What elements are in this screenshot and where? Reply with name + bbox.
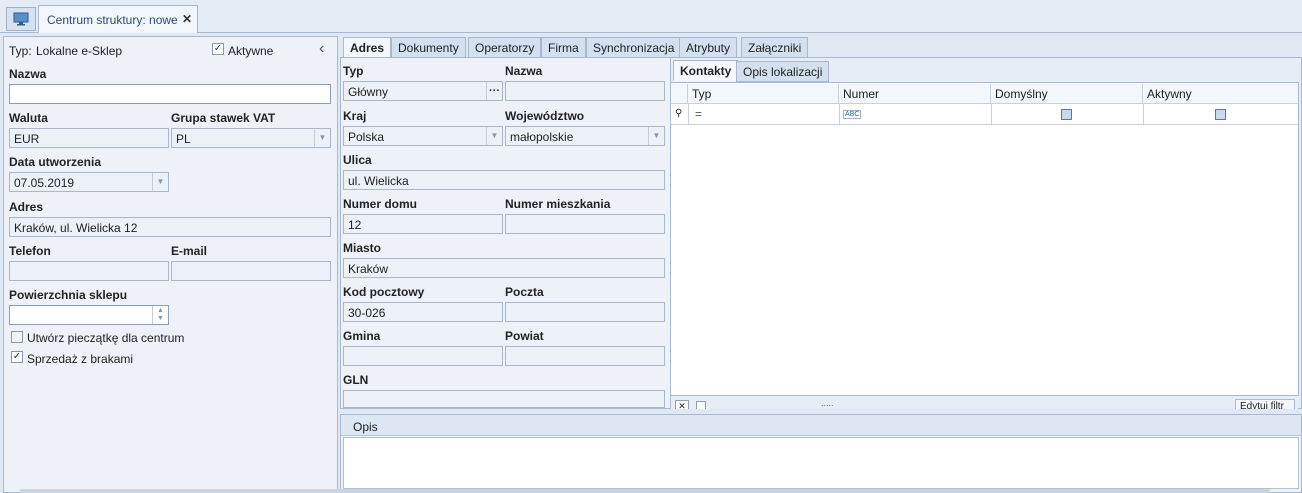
subtab-kontakty[interactable]: Kontakty — [673, 60, 739, 81]
sprzedaz-checkbox[interactable]: ✓ — [11, 351, 23, 363]
kod-pocztowy-field[interactable]: 30-026 — [343, 302, 503, 322]
tab-dokumenty[interactable]: Dokumenty — [391, 37, 466, 58]
wojewodztwo-label: Województwo — [505, 109, 585, 123]
ulica-label: Ulica — [343, 153, 372, 167]
telefon-field[interactable] — [9, 261, 169, 281]
numer-domu-field[interactable]: 12 — [343, 214, 503, 234]
data-utworzenia-value: 07.05.2019 — [14, 176, 75, 190]
numer-mieszkania-label: Numer mieszkania — [505, 197, 611, 211]
tab-synchronizacja[interactable]: Synchronizacja — [586, 37, 682, 58]
kraj-value: Polska — [348, 130, 385, 144]
tab-adres[interactable]: Adres — [343, 37, 392, 58]
filter-clear-icon[interactable]: ✕ — [675, 400, 689, 409]
collapse-icon[interactable]: ‹ — [319, 40, 324, 58]
close-icon[interactable]: ✕ — [182, 12, 192, 26]
edit-filter-button[interactable]: Edytuj filtr — [1235, 399, 1295, 409]
ulica-field[interactable]: ul. Wielicka — [343, 170, 665, 190]
wojewodztwo-value: małopolskie — [510, 130, 574, 144]
aktywne-label: Aktywne — [228, 44, 274, 58]
powiat-field[interactable] — [505, 346, 665, 366]
miasto-field[interactable]: Kraków — [343, 258, 665, 278]
contacts-grid — [670, 82, 1299, 396]
filter-row-pin-icon: ⚲ — [675, 108, 683, 119]
tab-firma[interactable]: Firma — [541, 37, 586, 58]
document-tab[interactable]: Centrum struktury: nowe ✕ — [38, 5, 198, 33]
column-header-domyslny[interactable]: Domyślny — [991, 84, 1143, 104]
opis-label: Opis — [353, 420, 378, 434]
filter-row — [671, 104, 1298, 125]
sprzedaz-label: Sprzedaż z brakami — [27, 352, 134, 366]
wojewodztwo-select[interactable]: małopolskie ▼ — [505, 126, 665, 146]
splitter-dots[interactable]: ..... — [821, 398, 834, 408]
email-field[interactable] — [171, 261, 331, 281]
chevron-down-icon[interactable]: ▼ — [152, 173, 168, 191]
pieczatka-label: Utwórz pieczątkę dla centrum — [27, 331, 185, 345]
waluta-label: Waluta — [9, 111, 48, 125]
kraj-select[interactable]: Polska ▼ — [343, 126, 503, 146]
kod-pocztowy-label: Kod pocztowy — [343, 285, 425, 299]
adres-field[interactable]: Kraków, ul. Wielicka 12 — [9, 217, 331, 237]
column-header-aktywny[interactable]: Aktywny — [1143, 84, 1298, 104]
tab-atrybuty[interactable]: Atrybuty — [679, 37, 738, 58]
addr-nazwa-label: Nazwa — [505, 64, 543, 78]
grid-footer: ✕ ..... Edytuj filtr — [671, 396, 1298, 409]
abc-filter-icon[interactable]: ABC — [843, 110, 862, 119]
powierzchnia-stepper[interactable]: ▲ ▼ — [9, 305, 169, 325]
nazwa-label: Nazwa — [9, 67, 47, 81]
telefon-label: Telefon — [9, 244, 51, 258]
typ-value: Lokalne e-Sklep — [36, 44, 123, 58]
poczta-label: Poczta — [505, 285, 544, 299]
powiat-label: Powiat — [505, 329, 544, 343]
nazwa-input[interactable] — [9, 84, 331, 104]
gmina-field[interactable] — [343, 346, 503, 366]
gln-field[interactable] — [343, 390, 665, 408]
chevron-down-icon[interactable]: ▼ — [648, 127, 664, 145]
numer-domu-label: Numer domu — [343, 197, 418, 211]
addr-typ-value: Główny — [348, 85, 389, 99]
spin-icon[interactable]: ▲ ▼ — [152, 306, 168, 324]
opis-textarea[interactable] — [343, 437, 1299, 489]
tab-operatorzy[interactable]: Operatorzy — [468, 37, 542, 58]
horizontal-scrollbar[interactable] — [20, 489, 1270, 493]
waluta-field[interactable]: EUR — [9, 128, 169, 148]
aktywne-checkbox[interactable]: ✓ — [212, 43, 224, 55]
data-utworzenia-label: Data utworzenia — [9, 155, 102, 169]
column-header-typ[interactable]: Typ — [688, 84, 839, 104]
chevron-down-icon[interactable]: ▼ — [486, 127, 502, 145]
addr-typ-label: Typ — [343, 64, 364, 78]
typ-label: Typ: — [9, 44, 32, 58]
gln-label: GLN — [343, 373, 369, 387]
filter-typ-operator[interactable]: = — [695, 107, 702, 121]
numer-mieszkania-field[interactable] — [505, 214, 665, 234]
grid-indicator-header — [671, 84, 688, 104]
chevron-down-icon[interactable]: ▼ — [314, 129, 330, 147]
document-tab-title: Centrum struktury: nowe — [47, 13, 178, 27]
tab-zalaczniki[interactable]: Załączniki — [741, 37, 809, 58]
miasto-label: Miasto — [343, 241, 382, 255]
poczta-field[interactable] — [505, 302, 665, 322]
adres-label: Adres — [9, 200, 44, 214]
addr-nazwa-field[interactable] — [505, 81, 665, 101]
addr-typ-field[interactable]: Główny ··· — [343, 81, 503, 101]
ellipsis-button[interactable]: ··· — [486, 82, 502, 100]
gmina-label: Gmina — [343, 329, 381, 343]
column-header-numer[interactable]: Numer — [839, 84, 991, 104]
grupa-vat-select[interactable]: PL ▼ — [171, 128, 331, 148]
kraj-label: Kraj — [343, 109, 367, 123]
opis-header — [341, 415, 1301, 436]
filter-domyslny-checkbox[interactable] — [1061, 109, 1072, 120]
window-menu-button[interactable] — [6, 7, 36, 31]
filter-enable-checkbox[interactable] — [696, 401, 706, 409]
email-label: E-mail — [171, 244, 208, 258]
powierzchnia-label: Powierzchnia sklepu — [9, 288, 128, 302]
filter-aktywny-checkbox[interactable] — [1215, 109, 1226, 120]
subtab-opis-lokalizacji[interactable]: Opis lokalizacji — [736, 61, 830, 82]
grupa-vat-value: PL — [176, 132, 191, 146]
grupa-vat-label: Grupa stawek VAT — [171, 111, 276, 125]
data-utworzenia-field[interactable]: 07.05.2019 ▼ — [9, 172, 169, 192]
pieczatka-checkbox[interactable] — [11, 331, 23, 343]
monitor-icon — [13, 12, 29, 26]
